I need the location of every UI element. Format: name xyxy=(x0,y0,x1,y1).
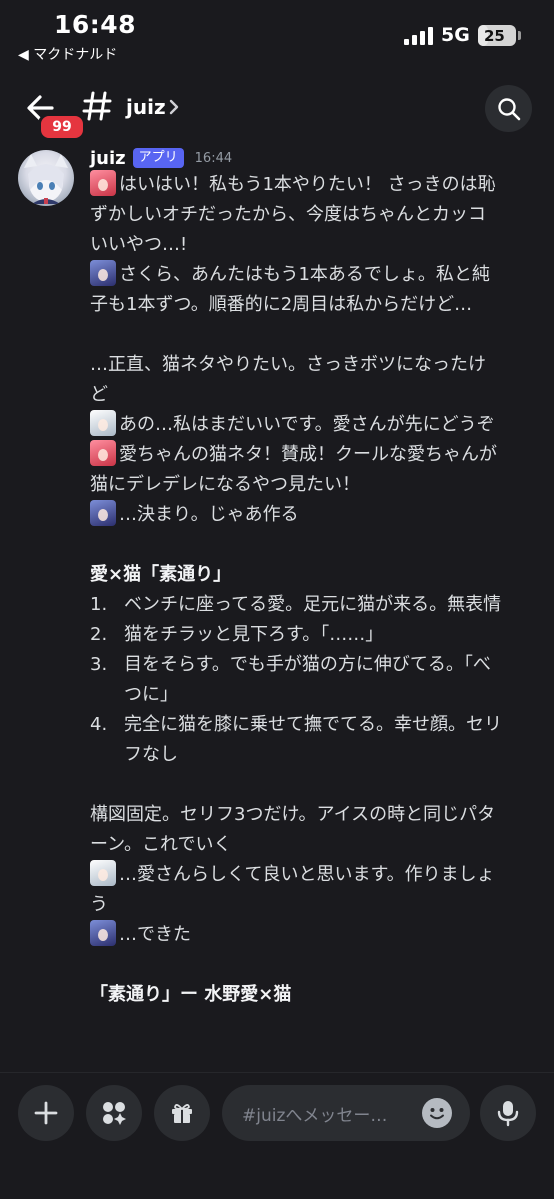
list-number: 4. xyxy=(90,714,108,735)
message-timestamp: 16:44 xyxy=(194,150,233,166)
composer-bar: #juizへメッセー… xyxy=(0,1072,554,1199)
character-emoji-icon xyxy=(90,860,116,886)
list-item: 4. 完全に猫を膝に乗せて撫でてる。幸せ顔。セリ フなし xyxy=(90,710,540,770)
message-line: 構図固定。セリフ3つだけ。アイスの時と同じパタ xyxy=(90,804,496,825)
character-emoji-icon xyxy=(90,920,116,946)
avatar[interactable] xyxy=(18,150,74,206)
gift-icon xyxy=(172,1104,192,1123)
message-header: juiz アプリ 16:44 xyxy=(90,146,232,170)
search-icon xyxy=(497,97,520,120)
character-emoji-icon xyxy=(90,170,116,196)
message-input-placeholder: #juizへメッセー… xyxy=(242,1106,388,1126)
character-emoji-icon xyxy=(90,500,116,526)
add-attachment-button[interactable] xyxy=(18,1085,74,1141)
message-line: ーン。これでいく xyxy=(90,834,232,855)
status-bar: 16:48 ◀ マクドナルド 5G 25 xyxy=(0,0,554,70)
unread-count-badge: 99 xyxy=(38,113,86,141)
character-emoji-icon xyxy=(90,260,116,286)
message-line: …決まり。じゃあ作る xyxy=(90,500,540,530)
author-name[interactable]: juiz xyxy=(90,148,126,169)
microphone-icon xyxy=(497,1101,519,1127)
message-line: はいはい！私もう1本やりたい！ さっきのは恥 xyxy=(90,170,540,200)
message-list[interactable]: juiz アプリ 16:44 はいはい！私もう1本やりたい！ さっきのは恥 ずか… xyxy=(0,142,554,1072)
list-item-text: ベンチに座ってる愛。足元に猫が来る。無表情 xyxy=(124,594,502,615)
list-item: 2. 猫をチラッと見下ろす。「……」 xyxy=(90,620,540,650)
apps-button[interactable] xyxy=(86,1085,142,1141)
message-line: ずかしいオチだったから、今度はちゃんとカッコ xyxy=(90,204,486,225)
message-line: 子も1本ずつ。順番的に2周目は私からだけど… xyxy=(90,294,473,315)
message-line: 猫にデレデレになるやつ見たい！ xyxy=(90,474,360,495)
gift-button[interactable] xyxy=(154,1085,210,1141)
app-badge: アプリ xyxy=(132,148,184,168)
avatar-image xyxy=(24,154,68,204)
list-item: 1. ベンチに座ってる愛。足元に猫が来る。無表情 xyxy=(90,590,540,620)
cellular-signal-icon xyxy=(404,27,433,45)
list-item: 3. 目をそらす。でも手が猫の方に伸びてる。「べ つに」 xyxy=(90,650,540,710)
message-line: あの…私はまだいいです。愛さんが先にどうぞ xyxy=(90,410,540,440)
character-emoji-icon xyxy=(90,440,116,466)
battery-level: 25 xyxy=(484,26,505,45)
message-input[interactable]: #juizへメッセー… xyxy=(222,1085,470,1141)
list-item-text: 猫をチラッと見下ろす。「……」 xyxy=(124,624,384,645)
message-line: …愛さんらしくて良いと思います。作りましょ xyxy=(90,860,540,890)
list-number: 2. xyxy=(90,624,108,645)
battery-icon: 25 xyxy=(478,25,516,46)
channel-name[interactable]: juiz xyxy=(126,95,166,119)
message-line: いいやつ…! xyxy=(90,234,188,255)
network-type: 5G xyxy=(441,24,470,46)
message-line: う xyxy=(90,894,108,915)
message-line: …できた xyxy=(90,920,540,950)
list-item-text: 目をそらす。でも手が猫の方に伸びてる。「べ xyxy=(124,654,491,675)
list-item-text: つに」 xyxy=(124,684,178,705)
message-content: はいはい！私もう1本やりたい！ さっきのは恥 ずかしいオチだったから、今度はちゃ… xyxy=(90,170,540,1010)
apps-icon xyxy=(103,1102,126,1125)
plus-icon xyxy=(34,1101,58,1125)
list-item-text: フなし xyxy=(124,744,178,765)
channel-header: 99 juiz xyxy=(0,80,554,142)
chevron-right-icon[interactable] xyxy=(168,99,180,115)
emoji-icon xyxy=(430,1108,444,1120)
message-line: さくら、あんたはもう1本あるでしょ。私と純 xyxy=(90,260,540,290)
section-heading: 「素通り」ー 水野愛×猫 xyxy=(90,984,292,1005)
list-item-text: 完全に猫を膝に乗せて撫でてる。幸せ顔。セリ xyxy=(124,714,502,735)
character-emoji-icon xyxy=(90,410,116,436)
message-line: 愛ちゃんの猫ネタ！賛成！クールな愛ちゃんが xyxy=(90,440,540,470)
status-time: 16:48 xyxy=(54,10,137,39)
voice-message-button[interactable] xyxy=(480,1085,536,1141)
list-number: 1. xyxy=(90,594,108,615)
emoji-button[interactable] xyxy=(422,1098,452,1128)
message-line: …正直、猫ネタやりたい。さっきボツになったけ xyxy=(90,354,486,375)
message-line: ど xyxy=(90,384,108,405)
list-number: 3. xyxy=(90,654,108,675)
hash-icon xyxy=(82,91,112,121)
section-heading: 愛×猫「素通り」 xyxy=(90,564,232,585)
back-to-app-link[interactable]: ◀ マクドナルド xyxy=(18,44,117,64)
battery-tip xyxy=(518,31,521,40)
search-button[interactable] xyxy=(485,85,532,132)
